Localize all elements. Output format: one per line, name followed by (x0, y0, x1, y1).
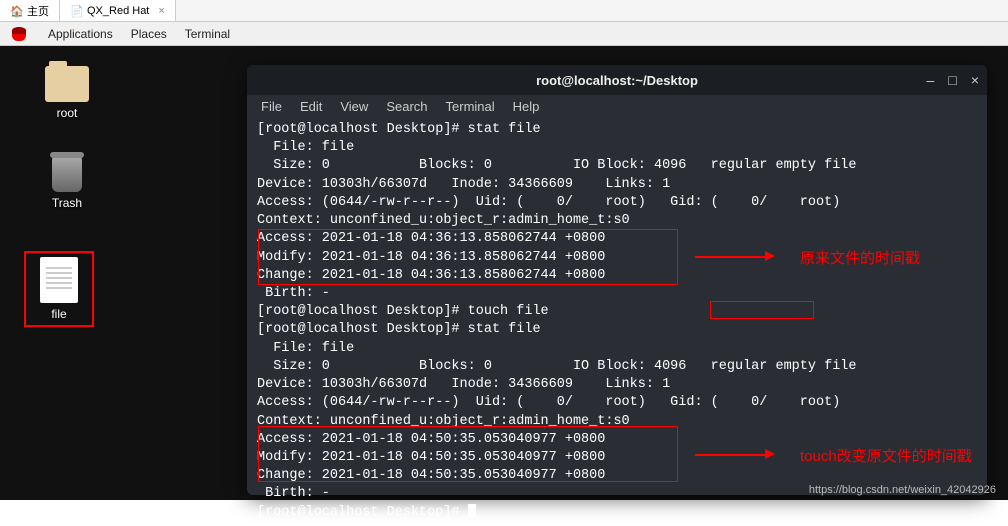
term-menu-terminal[interactable]: Terminal (446, 99, 495, 114)
desktop-icon-file[interactable]: file (24, 251, 94, 327)
watermark-text: https://blog.csdn.net/weixin_42042926 (809, 484, 996, 496)
terminal-line: [root@localhost Desktop]# stat file (257, 321, 977, 339)
terminal-line: [root@localhost Desktop]# stat file (257, 121, 977, 139)
gnome-menubar: Applications Places Terminal (0, 22, 1008, 46)
trash-icon (52, 156, 82, 192)
tab-home[interactable]: 🏠 主页 (0, 0, 60, 21)
terminal-line: Context: unconfined_u:object_r:admin_hom… (257, 212, 977, 230)
arrow-1-line (695, 256, 765, 258)
annotation-box-touch (710, 301, 814, 319)
annotation-box-2 (258, 426, 678, 482)
arrow-head-icon (765, 449, 775, 459)
terminal-line: Access: (0644/-rw-r--r--) Uid: ( 0/ root… (257, 394, 977, 412)
arrow-head-icon (765, 251, 775, 261)
desktop-icon-root[interactable]: root (32, 66, 102, 120)
tab-label: 主页 (27, 3, 49, 19)
term-menu-file[interactable]: File (261, 99, 282, 114)
terminal-titlebar[interactable]: root@localhost:~/Desktop – □ × (247, 65, 987, 95)
cursor-icon (468, 504, 476, 518)
menu-terminal[interactable]: Terminal (185, 27, 230, 41)
term-menu-search[interactable]: Search (386, 99, 427, 114)
terminal-line: Size: 0 Blocks: 0 IO Block: 4096 regular… (257, 358, 977, 376)
terminal-line: [root@localhost Desktop]# (257, 504, 977, 522)
desktop-icon-trash[interactable]: Trash (32, 156, 102, 210)
maximize-icon[interactable]: □ (948, 72, 956, 88)
term-menu-help[interactable]: Help (513, 99, 540, 114)
menu-places[interactable]: Places (131, 27, 167, 41)
menu-applications[interactable]: Applications (48, 27, 113, 41)
file-icon (40, 257, 78, 303)
close-icon[interactable]: × (971, 72, 979, 88)
arrow-2-line (695, 454, 765, 456)
term-menu-view[interactable]: View (340, 99, 368, 114)
close-icon[interactable]: × (158, 5, 164, 17)
doc-icon: 📄 (70, 5, 82, 17)
icon-label: Trash (32, 196, 102, 210)
browser-tabs: 🏠 主页 📄 QX_Red Hat × (0, 0, 1008, 22)
terminal-line: File: file (257, 139, 977, 157)
desktop-area: root Trash file root@localhost:~/Desktop… (0, 46, 1008, 500)
folder-icon (45, 66, 89, 102)
tab-label: QX_Red Hat (87, 5, 149, 17)
terminal-line: Birth: - (257, 285, 977, 303)
home-icon: 🏠 (10, 5, 22, 17)
term-menu-edit[interactable]: Edit (300, 99, 322, 114)
terminal-line: [root@localhost Desktop]# touch file (257, 303, 977, 321)
annotation-text-2: touch改变原文件的时间戳 (800, 445, 972, 466)
terminal-line: File: file (257, 340, 977, 358)
redhat-logo-icon (12, 27, 26, 41)
terminal-line: Device: 10303h/66307d Inode: 34366609 Li… (257, 376, 977, 394)
terminal-line: Size: 0 Blocks: 0 IO Block: 4096 regular… (257, 157, 977, 175)
minimize-icon[interactable]: – (927, 72, 935, 88)
tab-redhat[interactable]: 📄 QX_Red Hat × (60, 0, 176, 21)
icon-label: file (30, 307, 88, 321)
terminal-line: Access: (0644/-rw-r--r--) Uid: ( 0/ root… (257, 194, 977, 212)
annotation-text-1: 原来文件的时间戳 (800, 247, 920, 268)
terminal-menubar: File Edit View Search Terminal Help (247, 95, 987, 117)
icon-label: root (32, 106, 102, 120)
terminal-title: root@localhost:~/Desktop (536, 73, 698, 88)
terminal-line: Device: 10303h/66307d Inode: 34366609 Li… (257, 176, 977, 194)
annotation-box-1 (258, 229, 678, 285)
window-controls: – □ × (927, 72, 979, 88)
